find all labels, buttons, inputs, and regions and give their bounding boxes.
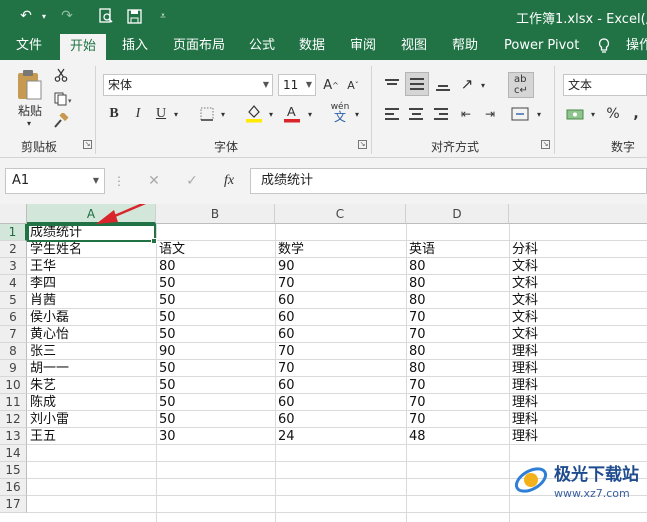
- customize-qat-icon[interactable]: ⩡: [156, 6, 170, 26]
- number-group-label: 数字: [611, 140, 636, 154]
- fill-color-dropdown-icon[interactable]: ▾: [266, 104, 276, 124]
- paste-dropdown-icon[interactable]: ▾: [22, 118, 36, 128]
- watermark: 极光下载站 www.xz7.com: [512, 460, 639, 500]
- paste-icon[interactable]: [12, 68, 46, 102]
- save-icon[interactable]: [124, 6, 144, 26]
- orientation-icon[interactable]: ↗: [456, 72, 478, 96]
- merge-dropdown-icon[interactable]: ▾: [534, 104, 544, 124]
- tab-formulas[interactable]: 公式: [249, 32, 275, 60]
- orientation-dropdown-icon[interactable]: ▾: [478, 74, 488, 96]
- font-size-value: 11: [283, 78, 299, 92]
- name-box[interactable]: A1 ▼: [5, 168, 105, 194]
- lightbulb-icon[interactable]: [598, 32, 610, 60]
- wrap-text-icon[interactable]: ab c↵: [508, 72, 534, 98]
- clipboard-group-label: 剪贴板: [21, 140, 58, 154]
- cancel-icon[interactable]: ✕: [144, 172, 164, 190]
- separator: [371, 66, 372, 154]
- name-box-value: A1: [12, 173, 30, 188]
- top-align-icon[interactable]: [381, 74, 403, 96]
- chevron-down-icon: ▼: [92, 176, 99, 185]
- insert-function-icon[interactable]: fx: [218, 170, 240, 192]
- merge-center-icon[interactable]: [508, 104, 532, 124]
- tab-view[interactable]: 视图: [401, 32, 427, 60]
- decrease-font-size-icon[interactable]: Aˇ: [344, 74, 362, 96]
- phonetic-guide-icon[interactable]: wén 文: [328, 100, 352, 124]
- middle-align-icon[interactable]: [405, 72, 429, 96]
- tab-file[interactable]: 文件: [16, 32, 42, 60]
- separator: [554, 66, 555, 154]
- number-format-value: 文本: [568, 78, 593, 92]
- font-group-label: 字体: [214, 140, 239, 154]
- format-painter-icon[interactable]: [52, 112, 70, 130]
- ribbon-tabs: 文件 开始 插入 页面布局 公式 数据 审阅 视图 帮助 Power Pivot…: [0, 32, 647, 60]
- borders-dropdown-icon[interactable]: ▾: [218, 104, 228, 124]
- tab-insert[interactable]: 插入: [122, 32, 148, 60]
- watermark-logo-icon: [514, 467, 548, 493]
- tab-power-pivot[interactable]: Power Pivot: [504, 32, 579, 60]
- tab-home[interactable]: 开始: [60, 34, 107, 60]
- fill-color-icon[interactable]: [244, 102, 264, 124]
- comma-style-icon[interactable]: ,: [628, 104, 644, 124]
- font-name-value: 宋体: [108, 78, 133, 92]
- increase-indent-icon[interactable]: ⇥: [479, 104, 501, 124]
- font-launcher-icon[interactable]: ↘: [358, 140, 367, 149]
- font-color-icon[interactable]: A: [282, 102, 302, 124]
- tab-page-layout[interactable]: 页面布局: [173, 32, 225, 60]
- svg-text:▾: ▾: [68, 97, 72, 105]
- decrease-indent-icon[interactable]: ⇤: [455, 104, 477, 124]
- print-preview-icon[interactable]: [96, 6, 116, 26]
- tab-review[interactable]: 审阅: [350, 32, 376, 60]
- underline-dropdown-icon[interactable]: ▾: [171, 104, 181, 124]
- bottom-align-icon[interactable]: [432, 74, 454, 96]
- chevron-down-icon: ▼: [262, 80, 269, 89]
- formula-input[interactable]: 成绩统计: [250, 168, 647, 194]
- undo-icon[interactable]: ↶: [14, 6, 38, 26]
- accounting-format-icon[interactable]: [564, 104, 586, 124]
- italic-icon[interactable]: I: [130, 104, 146, 124]
- font-size-select[interactable]: 11 ▼: [278, 74, 316, 96]
- enter-icon[interactable]: ✓: [182, 172, 202, 190]
- undo-dropdown-icon[interactable]: ▾: [39, 6, 49, 26]
- phonetic-dropdown-icon[interactable]: ▾: [352, 104, 362, 124]
- underline-icon[interactable]: U: [153, 104, 169, 124]
- chevron-down-icon: ▼: [305, 80, 312, 89]
- accounting-dropdown-icon[interactable]: ▾: [588, 104, 598, 124]
- copy-icon[interactable]: ▾: [52, 90, 76, 108]
- tab-help[interactable]: 帮助: [452, 32, 478, 60]
- number-format-select[interactable]: 文本: [563, 74, 647, 96]
- cut-icon[interactable]: [52, 66, 70, 84]
- paste-button[interactable]: 粘贴: [10, 102, 50, 118]
- clipboard-launcher-icon[interactable]: ↘: [83, 140, 92, 149]
- formula-bar: A1 ▼ ⋮ ✕ ✓ fx 成绩统计: [0, 158, 647, 204]
- title-bar: ↶ ▾ ↷ ⩡ 工作簿1.xlsx - Excel(产: [0, 0, 647, 32]
- watermark-url: www.xz7.com: [554, 487, 630, 500]
- ribbon: 粘贴 ▾ ▾ 剪贴板 ↘ 宋体 ▼ 11 ▼ A ^ Aˇ B I U ▾ ▾ ▾…: [0, 60, 647, 158]
- align-right-icon[interactable]: [430, 104, 452, 124]
- increase-font-size-icon[interactable]: A ^: [322, 74, 340, 96]
- percent-style-icon[interactable]: %: [604, 104, 622, 124]
- watermark-title: 极光下载站: [554, 465, 639, 485]
- tab-data[interactable]: 数据: [299, 32, 325, 60]
- alignment-launcher-icon[interactable]: ↘: [541, 140, 550, 149]
- align-center-icon[interactable]: [405, 104, 427, 124]
- drag-handle-icon[interactable]: ⋮: [113, 172, 125, 190]
- borders-icon[interactable]: [198, 104, 216, 124]
- window-title: 工作簿1.xlsx - Excel(产: [516, 12, 647, 27]
- tab-tell-me[interactable]: 操作: [626, 32, 647, 60]
- bold-icon[interactable]: B: [106, 104, 122, 124]
- font-color-dropdown-icon[interactable]: ▾: [305, 104, 315, 124]
- redo-icon[interactable]: ↷: [56, 6, 78, 26]
- worksheet-grid[interactable]: A B C D 1 成绩统计 2 学生姓名 语文 数学 英语 分科 3 王华 80 90 80 文科 4 李四…: [0, 204, 647, 522]
- separator: [95, 66, 96, 154]
- font-name-select[interactable]: 宋体 ▼: [103, 74, 273, 96]
- svg-text:A: A: [287, 104, 296, 119]
- align-left-icon[interactable]: [381, 104, 403, 124]
- alignment-group-label: 对齐方式: [431, 140, 480, 154]
